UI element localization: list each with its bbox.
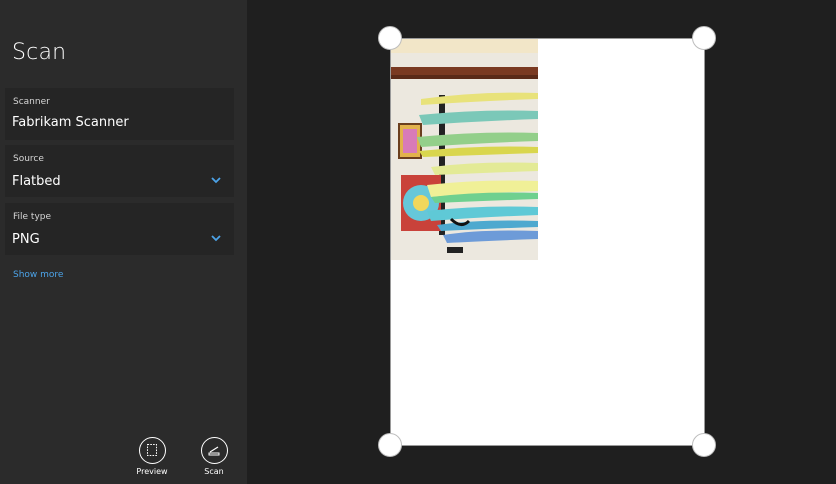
file-type-value: PNG [12, 232, 40, 247]
chevron-down-icon [211, 235, 221, 242]
show-more-link[interactable]: Show more [13, 270, 63, 280]
scan-page-preview [390, 38, 705, 446]
file-type-dropdown[interactable]: File type PNG [5, 203, 234, 255]
scanner-field[interactable]: Scanner Fabrikam Scanner [5, 88, 234, 140]
source-dropdown[interactable]: Source Flatbed [5, 145, 234, 197]
scanner-value: Fabrikam Scanner [12, 115, 129, 130]
crop-handle-top-left[interactable] [378, 26, 402, 50]
chevron-down-icon [211, 177, 221, 184]
preview-icon [138, 437, 166, 464]
scanner-label: Scanner [13, 97, 50, 107]
scan-sidebar: Scan Scanner Fabrikam Scanner Source Fla… [0, 0, 247, 484]
crop-handle-top-right[interactable] [692, 26, 716, 50]
file-type-label: File type [13, 212, 52, 222]
source-value: Flatbed [12, 174, 61, 189]
preview-label: Preview [136, 467, 168, 476]
scan-button[interactable]: Scan [194, 437, 234, 476]
scan-icon [200, 437, 228, 464]
preview-button[interactable]: Preview [132, 437, 172, 476]
preview-image [391, 39, 538, 260]
source-label: Source [13, 154, 44, 164]
crop-handle-bottom-left[interactable] [378, 433, 402, 457]
crop-handle-bottom-right[interactable] [692, 433, 716, 457]
scan-label: Scan [204, 467, 224, 476]
page-title: Scan [12, 40, 67, 65]
